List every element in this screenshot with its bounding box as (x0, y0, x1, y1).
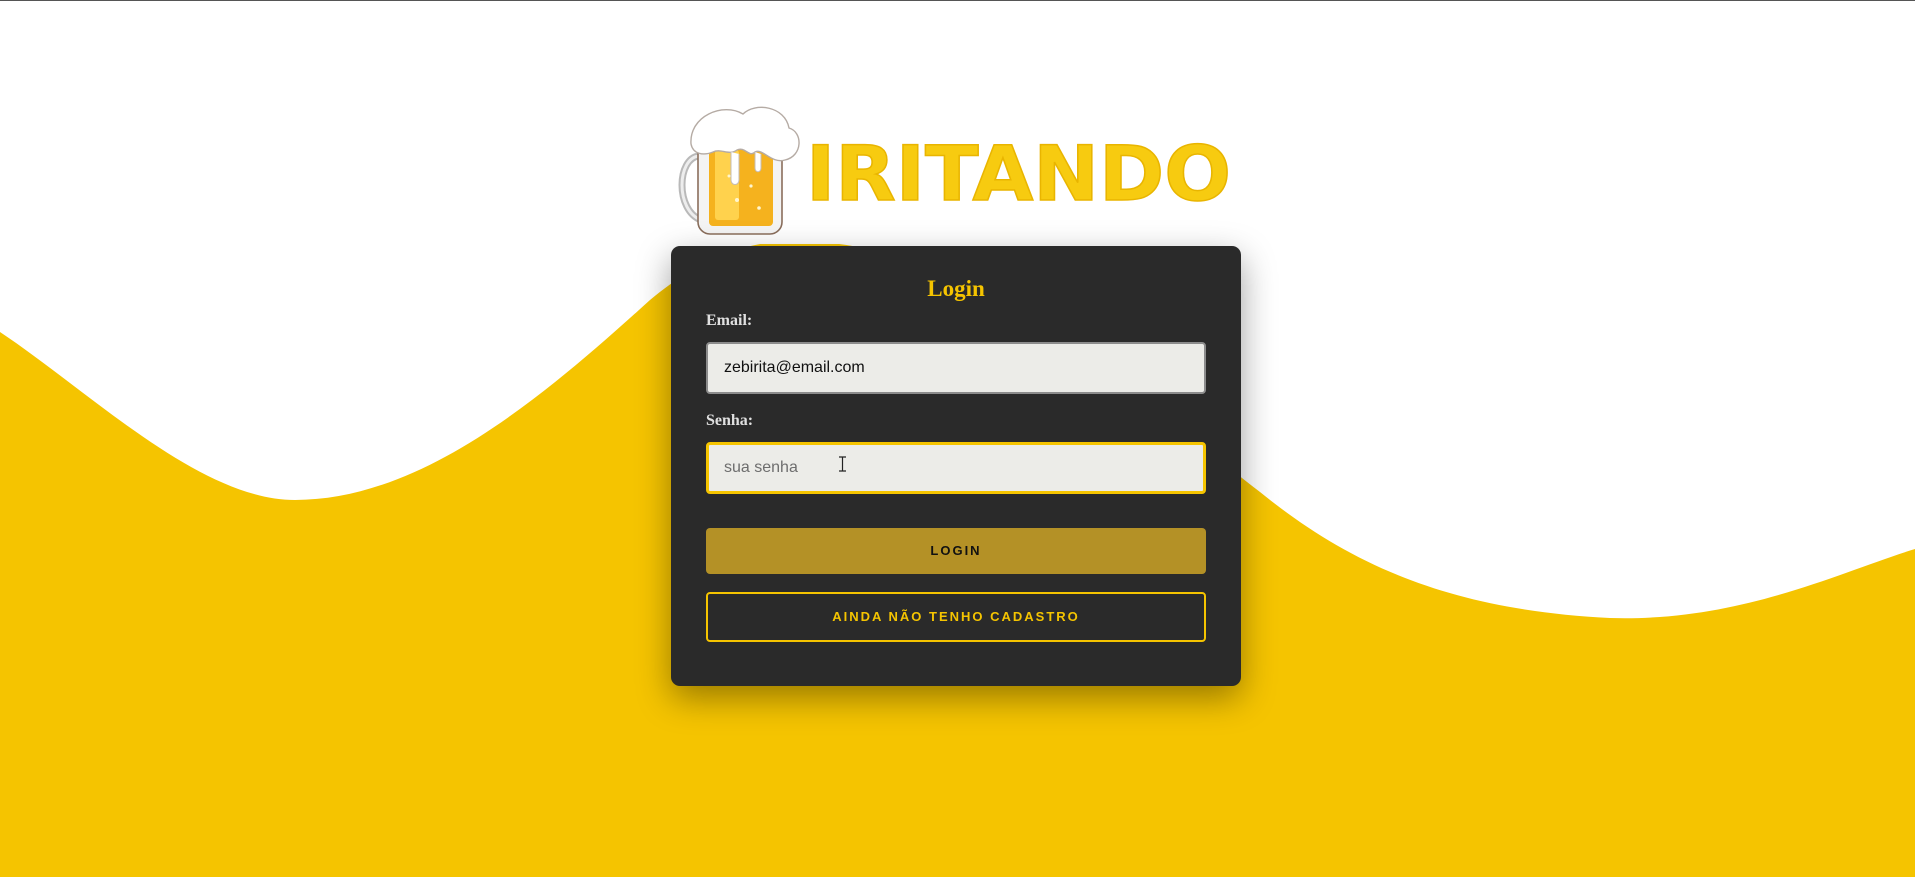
email-field[interactable] (706, 342, 1206, 394)
logo-text: IRITANDO (806, 129, 1231, 218)
login-title: Login (927, 276, 985, 301)
password-label: Senha: (706, 412, 754, 429)
email-label: Email: (706, 312, 753, 329)
register-button[interactable]: AINDA NÃO TENHO CADASTRO (706, 592, 1206, 642)
login-button[interactable]: LOGIN (706, 528, 1206, 574)
logo: IRITANDO (671, 98, 1241, 244)
login-card: Login Email: Senha: LOGIN AINDA NÃO TENH… (671, 246, 1241, 686)
beer-mug-icon (678, 106, 800, 235)
password-field[interactable] (706, 442, 1206, 494)
